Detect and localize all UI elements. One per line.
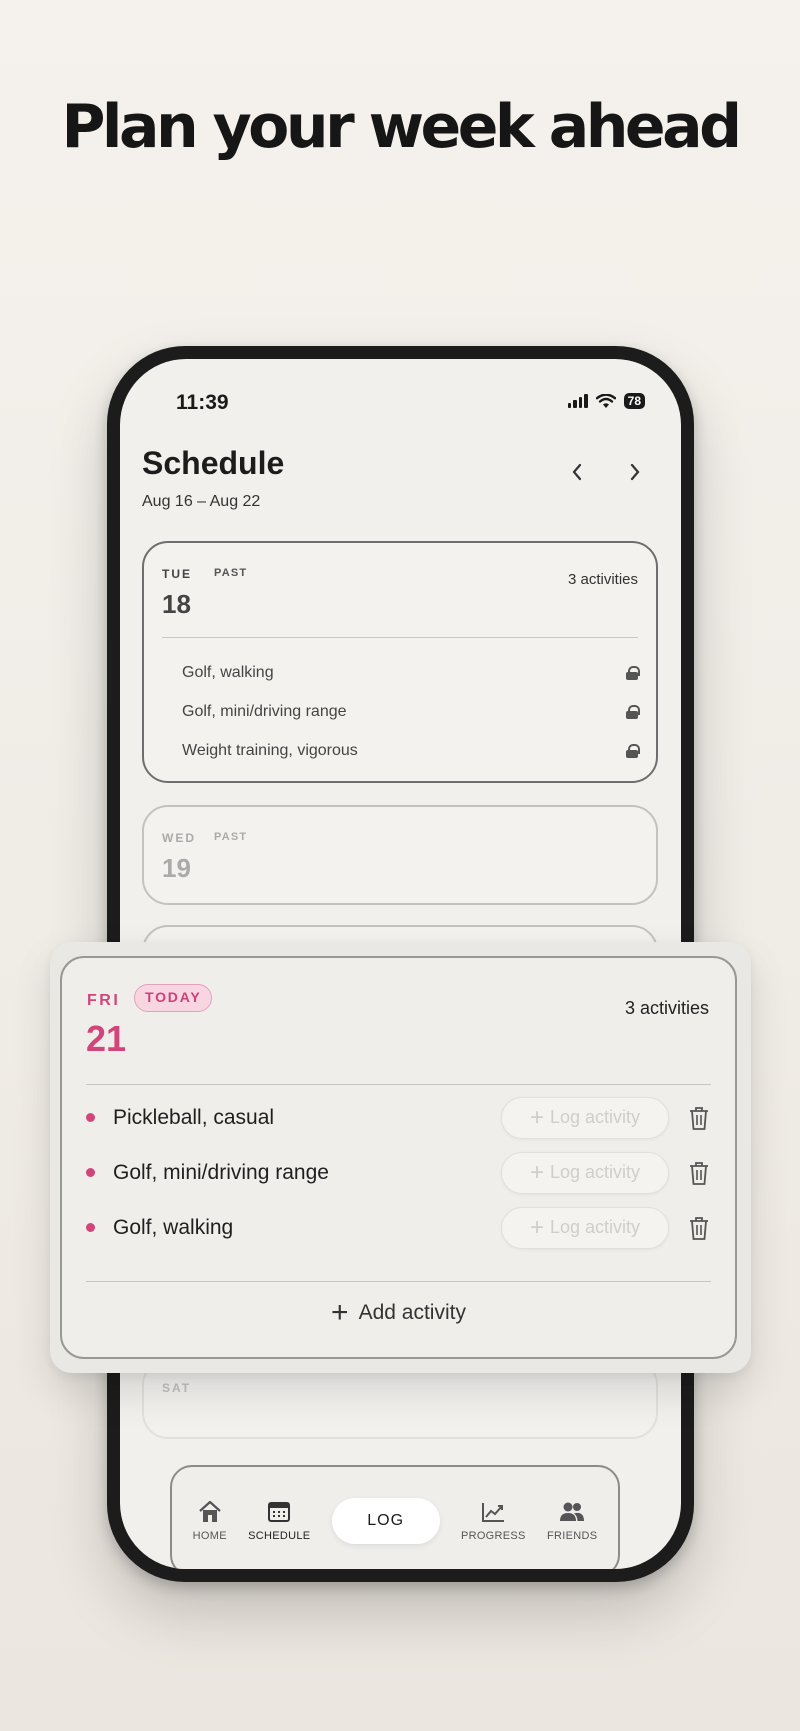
tab-label: HOME [192, 1530, 227, 1542]
day-of-week: SAT [162, 1381, 192, 1395]
page-title: Schedule [142, 445, 285, 481]
divider [86, 1281, 711, 1282]
today-card-overlay: FRI TODAY 21 3 activities Pickleball, ca… [50, 942, 751, 1373]
activity-name: Golf, walking [113, 1215, 234, 1239]
activity-name: Golf, walking [182, 663, 274, 681]
lock-icon [626, 665, 640, 680]
tab-label: PROGRESS [460, 1530, 526, 1542]
status-time: 11:39 [176, 391, 229, 414]
trash-icon[interactable] [687, 1160, 711, 1186]
tab-label: FRIENDS [546, 1530, 598, 1542]
divider [162, 637, 638, 638]
activity-list: Pickleball, casual + Log activity Golf, … [86, 1090, 711, 1255]
past-label: PAST [214, 567, 248, 579]
date-range: Aug 16 – Aug 22 [142, 493, 261, 510]
calendar-icon [268, 1502, 291, 1522]
friends-icon [560, 1502, 585, 1521]
list-item: Golf, mini/driving range [162, 692, 640, 731]
chart-icon [482, 1503, 505, 1522]
day-number: 21 [86, 1018, 127, 1059]
day-number: 18 [162, 589, 191, 619]
day-number: 19 [162, 853, 191, 883]
plus-icon: + [529, 1213, 544, 1241]
status-icons: 78 [567, 393, 645, 409]
day-of-week: WED [162, 831, 196, 845]
day-of-week: TUE [162, 567, 192, 581]
bullet-dot [86, 1168, 95, 1177]
battery-icon: 78 [623, 393, 645, 409]
plus-icon: + [529, 1103, 544, 1131]
list-item: Golf, walking [162, 653, 640, 692]
tab-log[interactable]: LOG [331, 1498, 440, 1544]
page-headline: Plan your week ahead [61, 92, 742, 162]
activity-name: Pickleball, casual [113, 1105, 275, 1129]
tab-friends[interactable]: FRIENDS [547, 1500, 597, 1542]
tab-progress[interactable]: PROGRESS [461, 1500, 526, 1542]
plus-icon: + [331, 1296, 349, 1329]
chevron-right-icon[interactable] [620, 457, 650, 487]
past-activity-list: Golf, walking Golf, mini/driving range W… [162, 653, 640, 770]
activity-name: Golf, mini/driving range [182, 702, 347, 720]
log-activity-label: Log activity [549, 1162, 641, 1182]
bullet-dot [86, 1113, 95, 1122]
chevron-left-icon[interactable] [562, 457, 592, 487]
list-item: Golf, mini/driving range + Log activity [86, 1145, 711, 1200]
activity-count: 3 activities [567, 571, 638, 588]
today-badge: TODAY [134, 984, 213, 1012]
past-label: PAST [214, 831, 248, 843]
home-icon [198, 1500, 221, 1522]
lock-icon [626, 704, 640, 719]
activity-name: Weight training, vigorous [182, 741, 358, 759]
activity-name: Golf, mini/driving range [113, 1160, 329, 1184]
day-card-fri[interactable]: FRI TODAY 21 3 activities Pickleball, ca… [60, 956, 737, 1359]
log-activity-button[interactable]: + Log activity [501, 1151, 669, 1194]
day-card-wed[interactable]: WED PAST 19 [142, 805, 658, 905]
bullet-dot [86, 1223, 95, 1232]
lock-icon [626, 743, 640, 758]
log-activity-button[interactable]: + Log activity [501, 1096, 669, 1139]
tab-home[interactable]: HOME [193, 1500, 227, 1542]
trash-icon[interactable] [687, 1215, 711, 1241]
divider [86, 1084, 711, 1085]
log-activity-button[interactable]: + Log activity [501, 1206, 669, 1249]
day-card-tue[interactable]: TUE PAST 18 3 activities Golf, walking G… [142, 541, 658, 783]
log-activity-label: Log activity [549, 1217, 641, 1237]
tab-bar: HOME SCHEDULE LOG PROGRESS FRIENDS [170, 1465, 620, 1569]
list-item: Pickleball, casual + Log activity [86, 1090, 711, 1145]
wifi-icon [595, 393, 616, 408]
add-activity-label: Add activity [358, 1301, 466, 1324]
plus-icon: + [529, 1158, 544, 1186]
trash-icon[interactable] [687, 1105, 711, 1131]
list-item: Weight training, vigorous [162, 731, 640, 770]
tab-schedule[interactable]: SCHEDULE [248, 1500, 310, 1542]
list-item: Golf, walking + Log activity [86, 1200, 711, 1255]
day-of-week: FRI [87, 992, 121, 1009]
signal-icon [567, 394, 588, 408]
activity-count: 3 activities [624, 998, 709, 1018]
log-activity-label: Log activity [549, 1107, 641, 1127]
add-activity-button[interactable]: + Add activity [62, 1298, 735, 1328]
tab-label: SCHEDULE [248, 1530, 311, 1542]
